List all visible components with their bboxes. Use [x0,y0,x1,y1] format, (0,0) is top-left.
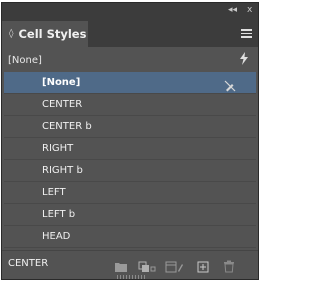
list-item-label: LEFT b [42,209,76,220]
list-item[interactable]: CENTER b [4,116,256,138]
new-style-icon[interactable] [197,258,211,273]
panel-top-strip: ◂◂ x [2,3,258,17]
close-icon[interactable]: x [247,4,252,16]
styles-list: [None] CENTER CENTER b RIGHT RIGHT b LEF… [4,72,256,249]
current-style-label: [None] [8,54,42,66]
list-item-label: RIGHT b [42,165,83,176]
panel-tab-bar: ◊ Cell Styles [2,17,258,47]
list-item-label: CENTER b [42,121,92,132]
tab-cell-styles[interactable]: ◊ Cell Styles [2,21,88,47]
list-item[interactable]: CENTER [4,94,256,116]
list-item-label: [None] [42,77,81,88]
list-item-label: LEFT [42,187,66,198]
panel-title: Cell Styles [18,27,87,41]
lightning-icon[interactable] [239,52,249,68]
pencil-disabled-icon [224,77,236,92]
list-item[interactable]: RIGHT [4,138,256,160]
delete-icon[interactable] [223,258,237,273]
folder-icon[interactable] [114,258,128,272]
collapse-arrows-icon[interactable]: ◂◂ [228,4,237,16]
list-item-label: HEAD [42,231,71,242]
collapse-toggle-icon[interactable]: ◊ [9,29,13,39]
list-item-label: RIGHT [42,143,74,154]
panel-menu-icon[interactable] [241,29,252,38]
cell-styles-panel: ◂◂ x ◊ Cell Styles [None] [None] CENTER … [1,2,259,280]
list-item[interactable]: [None] [4,72,256,94]
resize-grip[interactable] [117,275,147,279]
list-item-label: CENTER [42,99,83,110]
panel-footer: CENTER [2,250,258,279]
list-item[interactable]: RIGHT b [4,160,256,182]
current-style-row: [None] [2,49,258,71]
group-styles-icon[interactable] [138,258,156,272]
list-item[interactable]: LEFT b [4,204,256,226]
footer-style-label: CENTER [8,258,49,269]
list-item[interactable]: HEAD [4,226,256,248]
clear-overrides-icon[interactable] [165,258,183,273]
list-item[interactable]: LEFT [4,182,256,204]
